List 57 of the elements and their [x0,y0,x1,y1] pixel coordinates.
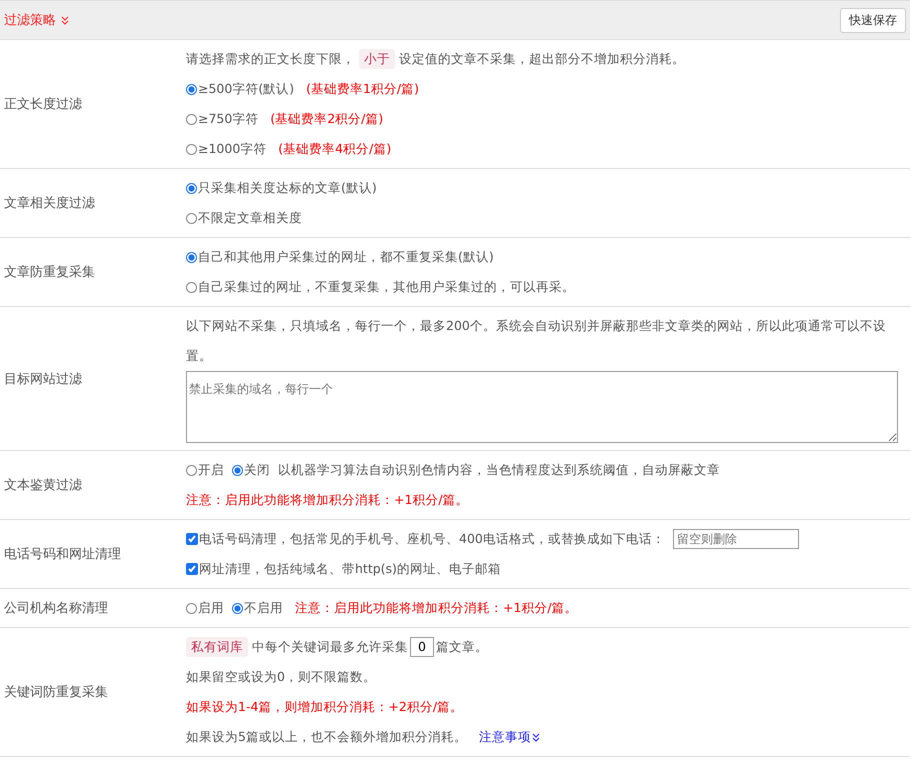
checkbox-option[interactable]: 网址清理，包括纯域名、带http(s)的网址、电子邮箱 [186,554,501,584]
radio-icon[interactable] [186,602,197,614]
notes-link[interactable]: 注意事项 [478,722,540,752]
radio-option[interactable]: 开启 [186,455,224,485]
description-text: 以下网站不采集，只填域名，每行一个，最多200个。系统会自动识别并屏蔽那些非文章类的网站，所以此项通常可以不设置。 [186,317,887,365]
setting-label: 电话号码和网址清理 [3,546,122,564]
description-text: 中每个关键词最多允许采集 [252,638,408,656]
description-text: 如果留空或设为0，则不限篇数。 [186,668,376,686]
setting-label: 关键词防重复采集 [3,684,109,702]
double-chevron-icon[interactable] [532,732,540,742]
radio-icon[interactable] [186,182,197,194]
radio-icon[interactable] [186,212,197,224]
radio-option[interactable]: ≥750字符 [186,104,258,134]
radio-icon[interactable] [186,282,197,292]
setting-label: 目标网站过滤 [3,370,83,388]
setting-label: 文本鉴黄过滤 [3,477,83,495]
radio-icon[interactable] [232,602,243,614]
number-input-field[interactable]: 0 [410,637,434,657]
warning-text: 注意：启用此功能将增加积分消耗：+1积分/篇。 [295,599,578,617]
keyword-tag: 小于 [359,49,395,69]
warning-text: 注意：启用此功能将增加积分消耗：+1积分/篇。 [186,491,469,509]
radio-option[interactable]: ≥1000字符 [186,134,266,164]
domain-textarea[interactable]: 禁止采集的域名，每行一个 [186,371,898,443]
description-text: 请选择需求的正文长度下限， [186,50,355,68]
radio-option[interactable]: 关闭 [232,455,270,485]
radio-icon[interactable] [186,84,197,94]
radio-icon[interactable] [186,464,197,476]
radio-option[interactable]: 只采集相关度达标的文章(默认) [186,173,377,203]
radio-icon[interactable] [186,144,197,154]
radio-option[interactable]: 不限定文章相关度 [186,203,302,233]
warning-text: (基础费率2积分/篇) [270,110,384,128]
setting-label: 文章防重复采集 [3,264,96,282]
radio-option[interactable]: 自己采集过的网址，不重复采集，其他用户采集过的，可以再采。 [186,272,575,302]
description-text: 篇文章。 [436,638,488,656]
checkbox-option[interactable]: 电话号码清理，包括常见的手机号、座机号、400电话格式，或替换成如下电话： [186,524,665,554]
double-chevron-icon [61,16,69,24]
description-text: 设定值的文章不采集，超出部分不增加积分消耗。 [399,50,685,68]
radio-icon[interactable] [186,252,197,262]
radio-icon[interactable] [232,464,243,476]
setting-label: 文章相关度过滤 [3,195,96,213]
radio-option[interactable]: 自己和其他用户采集过的网址，都不重复采集(默认) [186,242,494,272]
keyword-tag: 私有词库 [186,637,248,657]
description-text: 如果设为5篇或以上，也不会额外增加积分消耗。 [186,728,467,746]
radio-icon[interactable] [186,114,197,124]
warning-text: (基础费率4积分/篇) [278,140,392,158]
radio-option[interactable]: ≥500字符(默认) [186,74,294,104]
setting-label: 公司机构名称清理 [3,600,109,618]
radio-option[interactable]: 不启用 [232,593,283,623]
quick-save-button[interactable]: 快速保存 [840,8,906,32]
warning-text: (基础费率1积分/篇) [306,80,420,98]
warning-text: 如果设为1-4篇，则增加积分消耗：+2积分/篇。 [186,698,464,716]
description-text: 以机器学习算法自动识别色情内容，当色情程度达到系统阈值，自动屏蔽文章 [278,461,720,479]
radio-option[interactable]: 启用 [186,593,224,623]
checkbox-icon[interactable] [186,533,198,545]
checkbox-icon[interactable] [186,563,198,575]
setting-label: 正文长度过滤 [3,96,83,114]
phone-input-field[interactable]: 留空则删除 [672,529,799,549]
